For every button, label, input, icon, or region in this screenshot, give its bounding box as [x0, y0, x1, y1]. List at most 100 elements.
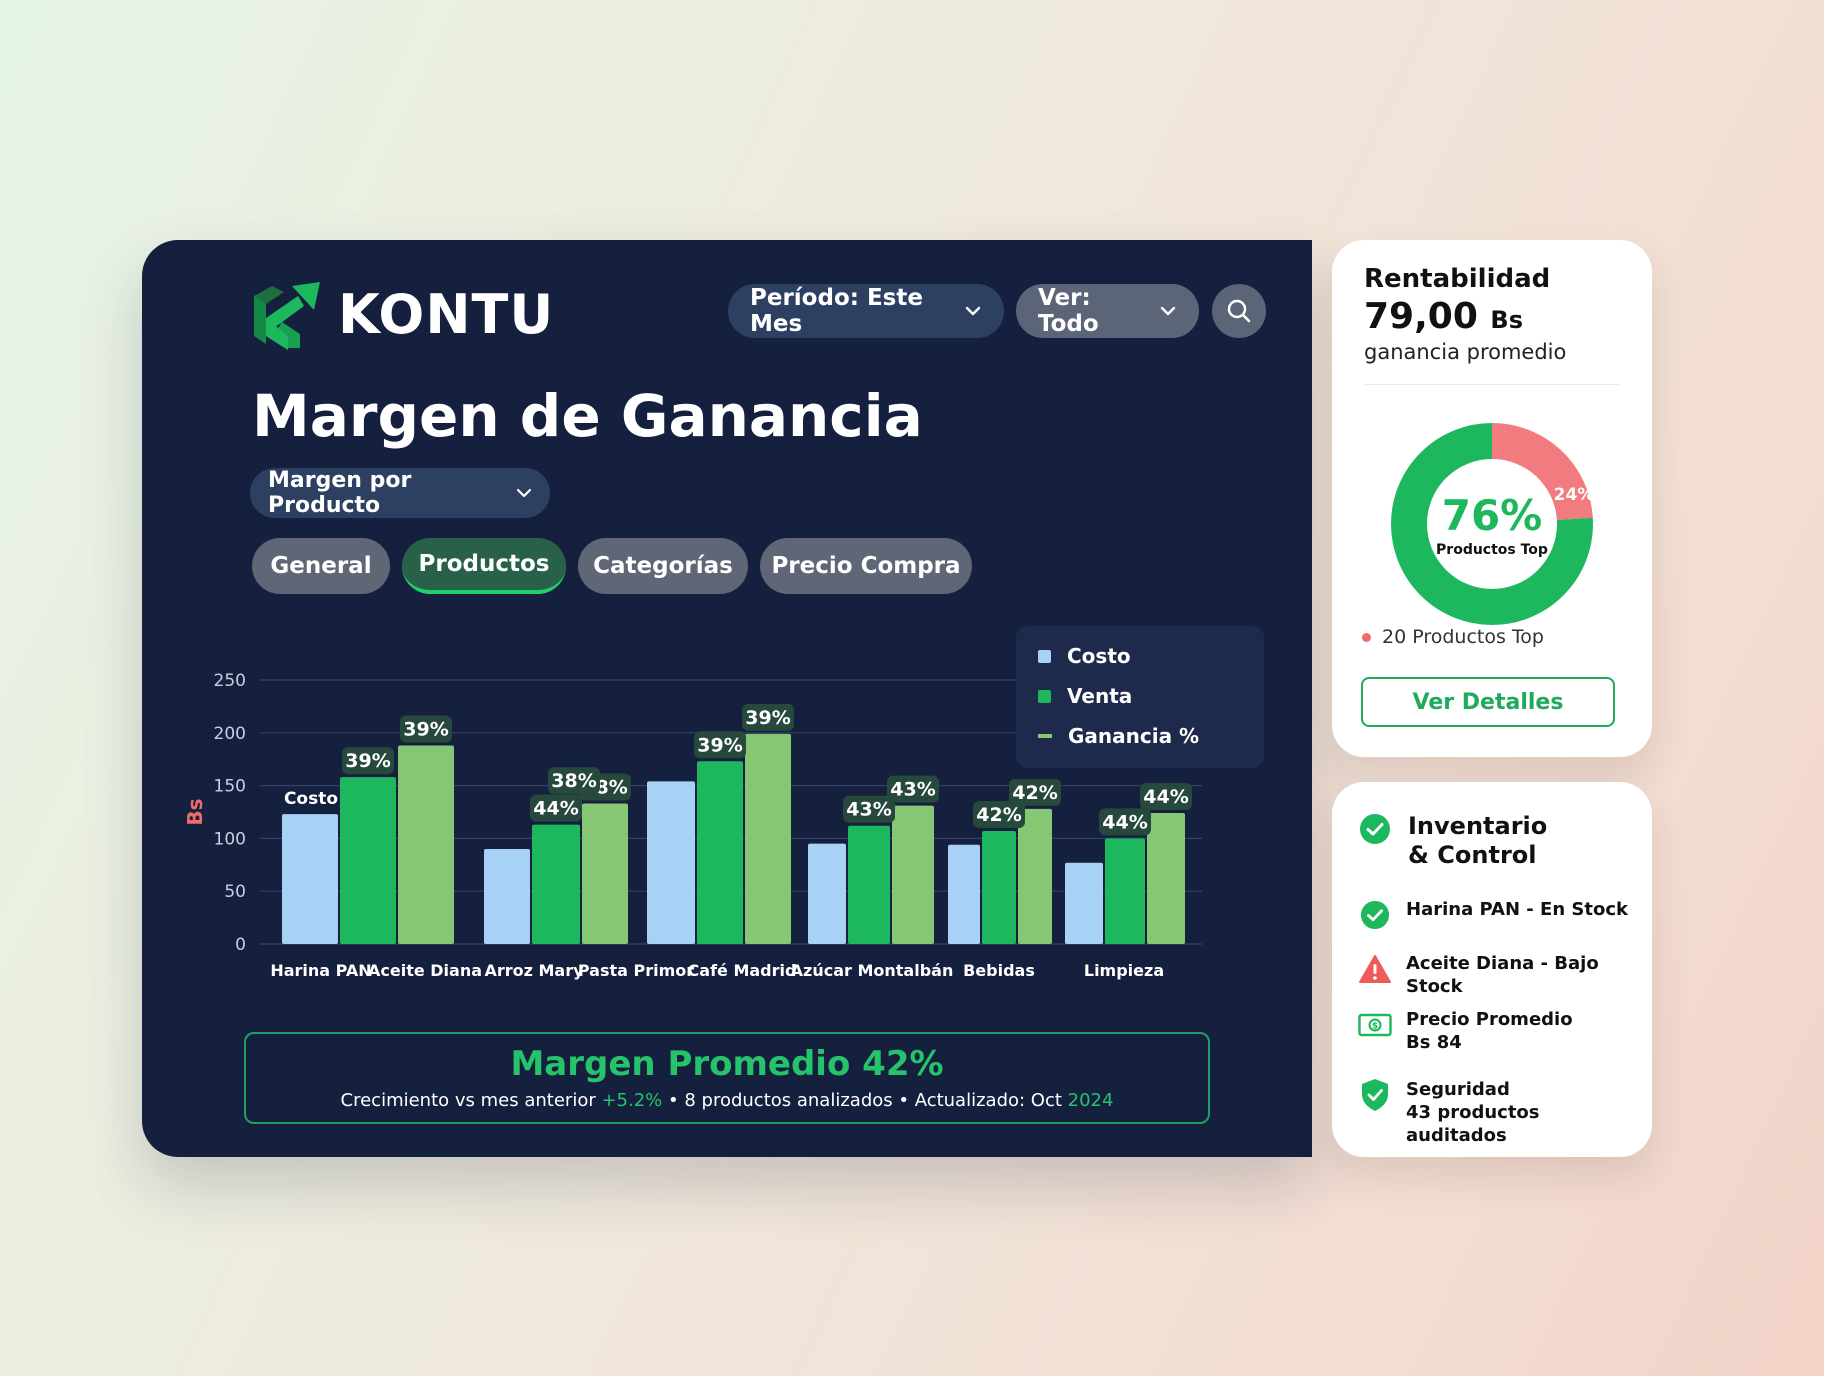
y-tick-label: 0: [235, 935, 246, 955]
bar-costo: [948, 844, 980, 944]
legend-dot: [1362, 632, 1371, 642]
inventario-item-text: Seguridad 43 productos auditados: [1406, 1078, 1646, 1147]
y-tick-label: 100: [214, 829, 246, 849]
x-tick-label: Arroz Mary: [484, 961, 584, 980]
rentabilidad-subtitle: ganancia promedio: [1364, 340, 1567, 364]
rentabilidad-amount: 79,00: [1364, 296, 1478, 337]
summary-title: Margen Promedio 42%: [510, 1044, 944, 1084]
data-label-venta: 39%: [345, 750, 390, 772]
rentabilidad-title: Rentabilidad: [1364, 264, 1551, 294]
legend-label: Ganancia %: [1068, 724, 1200, 748]
inventario-item-line: Precio Promedio: [1406, 1009, 1573, 1030]
summary-middle: • 8 productos analizados • Actualizado: …: [668, 1090, 1062, 1111]
y-tick-label: 250: [214, 671, 246, 691]
check-circle-icon: [1358, 898, 1392, 932]
bar-costo: [282, 814, 338, 944]
donut-legend-label: 20 Productos Top: [1382, 626, 1544, 648]
x-tick-label: Aceite Diana: [368, 961, 482, 980]
bar-costo: [808, 843, 846, 944]
bar-venta: [532, 824, 580, 944]
inventario-item-line: 43 productos auditados: [1406, 1102, 1540, 1146]
data-label-venta: 43%: [846, 799, 891, 821]
y-axis-label: Bs: [183, 798, 207, 825]
bar-ganancia: [892, 805, 934, 944]
bar-venta: [982, 831, 1016, 944]
x-tick-label: Bebidas: [963, 961, 1035, 980]
inventario-item-line: Harina PAN - En Stock: [1406, 899, 1628, 920]
ver-detalles-button[interactable]: Ver Detalles: [1361, 677, 1615, 727]
bar-ganancia: [745, 733, 791, 944]
data-label-venta: 42%: [976, 804, 1021, 826]
productos-top-donut: 76% Productos Top 24%: [1391, 423, 1595, 625]
donut-legend: 20 Productos Top: [1362, 626, 1544, 648]
inventario-item-text: Precio Promedio Bs 84: [1406, 1008, 1646, 1054]
divider: [1364, 384, 1620, 385]
x-tick-label: Limpieza: [1084, 961, 1164, 980]
main-panel: KONTU Período: Este Mes Ver: Todo Margen…: [142, 240, 1312, 1157]
data-label-ganancia: 44%: [1143, 786, 1188, 808]
x-tick-label: Harina PAN: [270, 961, 371, 980]
bar-venta: [697, 761, 743, 944]
chart-legend: Costo Venta Ganancia %: [1016, 626, 1264, 768]
legend-swatch: [1038, 649, 1051, 663]
legend-label: Costo: [1067, 644, 1131, 668]
y-tick-label: 50: [224, 882, 246, 902]
bar-costo: [647, 781, 695, 944]
rentabilidad-value: 79,00 Bs: [1364, 296, 1523, 337]
x-tick-label: Azúcar Montalbán: [791, 961, 954, 980]
legend-label: Venta: [1067, 684, 1133, 708]
x-tick-label: Café Madrid: [688, 961, 797, 980]
warning-icon: [1358, 952, 1392, 986]
data-label-ganancia: 42%: [1012, 782, 1057, 804]
legend-swatch: [1038, 734, 1052, 738]
inventario-item-text: Aceite Diana - Bajo Stock: [1406, 952, 1646, 998]
inventario-item-line: Aceite Diana - Bajo Stock: [1406, 953, 1599, 997]
shield-icon: [1358, 1078, 1392, 1112]
bar-venta: [1105, 838, 1145, 944]
summary-year: 2024: [1067, 1090, 1114, 1111]
summary-box: Margen Promedio 42% Crecimiento vs mes a…: [244, 1032, 1210, 1124]
legend-item-ganancia: Ganancia %: [1038, 724, 1199, 748]
legend-item-venta: Venta: [1038, 684, 1132, 708]
data-label-ganancia: 39%: [745, 707, 790, 729]
y-tick-label: 200: [214, 724, 246, 744]
inventario-item-bajo-stock[interactable]: Aceite Diana - Bajo Stock: [1358, 952, 1646, 998]
donut-caption: Productos Top: [1436, 542, 1548, 558]
bar-ganancia: [1018, 808, 1052, 944]
inventario-title: Inventario & Control: [1408, 812, 1548, 869]
legend-swatch: [1038, 689, 1051, 703]
donut-rest-label: 24%: [1554, 485, 1595, 505]
svg-text:$: $: [1372, 1022, 1378, 1032]
summary-growth: +5.2%: [601, 1090, 663, 1111]
summary-subtitle: Crecimiento vs mes anterior +5.2% • 8 pr…: [246, 1090, 1208, 1111]
bar-annotation-costo: Costo: [284, 789, 338, 809]
donut-main-label: 76%: [1442, 491, 1543, 540]
bar-costo: [484, 848, 530, 944]
rentabilidad-card: Rentabilidad 79,00 Bs ganancia promedio …: [1332, 240, 1652, 757]
inventario-item-text: Harina PAN - En Stock: [1406, 898, 1646, 921]
data-label-ganancia: 43%: [890, 779, 935, 801]
inventario-item-line: Seguridad: [1406, 1079, 1510, 1100]
data-label-venta: 44%: [1102, 811, 1147, 833]
data-label-extra: 38%: [551, 770, 596, 792]
money-icon: $: [1358, 1008, 1392, 1042]
bar-venta: [848, 825, 890, 944]
inventario-item-precio[interactable]: $ Precio Promedio Bs 84: [1358, 1008, 1646, 1054]
x-tick-label: Pasta Primor: [578, 961, 694, 980]
data-label-venta: 39%: [697, 734, 742, 756]
data-label-venta: 44%: [533, 798, 578, 820]
rentabilidad-unit: Bs: [1490, 306, 1523, 334]
bar-ganancia: [398, 745, 454, 944]
inventario-item-stock[interactable]: Harina PAN - En Stock: [1358, 898, 1646, 932]
bar-costo: [1065, 862, 1103, 944]
bar-venta: [340, 777, 396, 944]
inventario-header: Inventario & Control: [1358, 812, 1568, 870]
summary-prefix: Crecimiento vs mes anterior: [340, 1090, 596, 1111]
check-circle-icon: [1358, 812, 1392, 846]
data-label-ganancia: 39%: [403, 718, 448, 740]
bar-ganancia: [1147, 813, 1185, 944]
inventario-card: Inventario & Control Harina PAN - En Sto…: [1332, 782, 1652, 1157]
inventario-item-seguridad[interactable]: Seguridad 43 productos auditados: [1358, 1078, 1646, 1147]
legend-item-costo: Costo: [1038, 644, 1131, 668]
y-tick-label: 150: [214, 777, 246, 797]
